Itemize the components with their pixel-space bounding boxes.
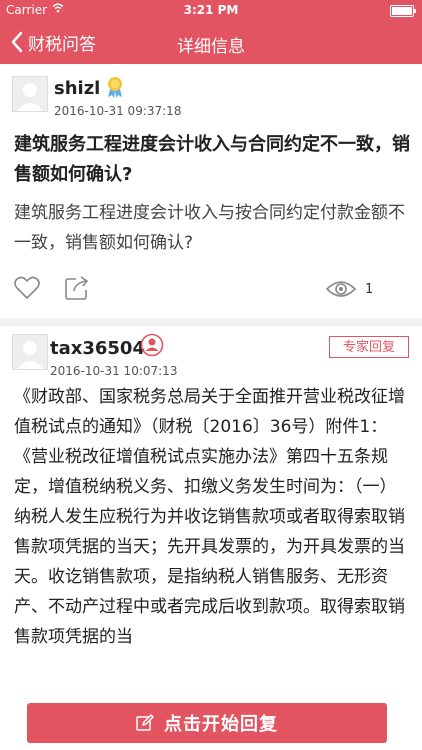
navigation-bar: 财税问答 详细信息 xyxy=(0,20,422,64)
medal-icon xyxy=(108,77,122,98)
start-reply-button[interactable]: 点击开始回复 xyxy=(27,703,387,743)
edit-icon xyxy=(136,714,154,731)
like-heart-icon[interactable] xyxy=(14,276,40,300)
question-title: 建筑服务工程进度会计收入与合同约定不一致，销售额如何确认? xyxy=(14,134,410,185)
eye-icon xyxy=(325,281,357,297)
question-actions: 1 xyxy=(0,272,422,306)
top-bar: Carrier 3:21 PM 财税问答 详细信息 xyxy=(0,0,422,64)
status-bar: Carrier 3:21 PM xyxy=(0,0,422,20)
answer-username[interactable]: tax36504 xyxy=(50,338,145,359)
battery-icon xyxy=(390,5,416,17)
reply-bar: 点击开始回复 xyxy=(0,694,422,750)
avatar-placeholder-icon xyxy=(13,335,47,369)
expert-reply-badge: 专家回复 xyxy=(329,336,409,358)
answer-body: 《财政部、国家税务总局关于全面推开营业税改征增值税试点的通知》（财税〔2016〕… xyxy=(14,387,405,647)
avatar[interactable] xyxy=(12,334,48,370)
avatar-placeholder-icon xyxy=(13,77,47,111)
reply-button-label: 点击开始回复 xyxy=(164,714,278,735)
question-body: 建筑服务工程进度会计收入与按合同约定付款金额不一致，销售额如何确认? xyxy=(14,203,405,253)
expert-icon xyxy=(140,333,164,357)
question-time: 2016-10-31 09:37:18 xyxy=(54,104,182,118)
view-count: 1 xyxy=(365,282,374,297)
answer-time: 2016-10-31 10:07:13 xyxy=(50,364,178,378)
section-divider xyxy=(0,318,422,326)
avatar[interactable] xyxy=(12,76,48,112)
question-username[interactable]: shizl xyxy=(54,78,100,99)
clock: 3:21 PM xyxy=(183,3,239,17)
share-icon[interactable] xyxy=(64,275,90,301)
page-title: 详细信息 xyxy=(177,37,245,57)
